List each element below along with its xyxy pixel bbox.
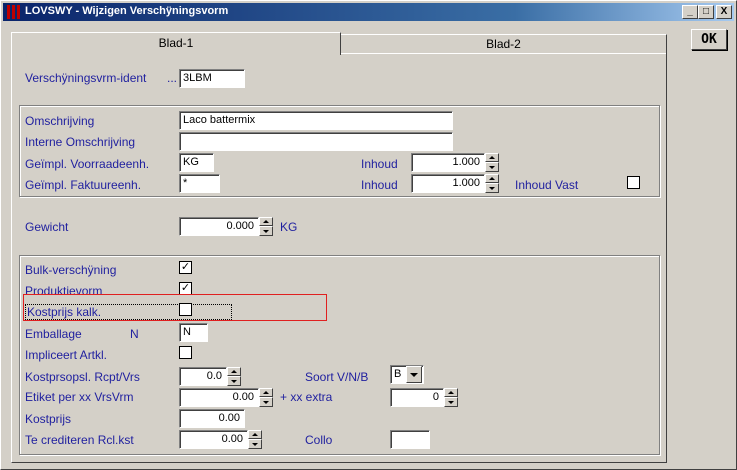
etiket-input[interactable]: 0.00	[179, 388, 259, 407]
spin-up-icon[interactable]	[259, 388, 273, 397]
ident-dots: ...	[167, 71, 178, 85]
inhoud-input-2[interactable]: 1.000	[411, 174, 485, 193]
inhoud-spinner-2[interactable]	[485, 174, 499, 193]
inhoud-vast-label: Inhoud Vast	[515, 178, 579, 192]
ok-button[interactable]: OK	[691, 29, 727, 50]
tab-blad-1[interactable]: Blad-1	[11, 32, 341, 55]
spin-down-icon[interactable]	[444, 397, 458, 407]
gewicht-input[interactable]: 0.000	[179, 217, 259, 236]
emballage-input[interactable]: N	[179, 323, 208, 342]
spin-down-icon[interactable]	[485, 162, 499, 172]
spin-up-icon[interactable]	[259, 217, 273, 226]
gewicht-unit: KG	[280, 220, 298, 234]
extra-spinner[interactable]	[444, 388, 458, 407]
kostprsopsl-input[interactable]: 0.0	[179, 367, 227, 386]
tab-blad-2[interactable]: Blad-2	[340, 34, 667, 54]
chevron-down-icon[interactable]	[406, 366, 422, 383]
gewicht-spinner[interactable]	[259, 217, 273, 236]
spin-up-icon[interactable]	[248, 430, 262, 439]
spin-up-icon[interactable]	[485, 153, 499, 162]
bulk-label: Bulk-verschÿning	[25, 263, 117, 277]
app-icon	[6, 5, 20, 19]
kostprijs-label: Kostprijs	[25, 412, 72, 426]
crediteren-spinner[interactable]	[248, 430, 262, 449]
spin-down-icon[interactable]	[485, 183, 499, 193]
emballage-label: Emballage	[25, 327, 82, 341]
spin-down-icon[interactable]	[259, 226, 273, 236]
bulk-checkbox[interactable]: ✓	[179, 261, 192, 274]
collo-label: Collo	[305, 433, 333, 447]
spin-up-icon[interactable]	[227, 367, 241, 376]
voorraadeenh-input[interactable]: KG	[179, 153, 214, 172]
maximize-button[interactable]: □	[698, 5, 714, 19]
etiket-spinner[interactable]	[259, 388, 273, 407]
interne-omschrijving-label: Interne Omschrijving	[25, 135, 136, 149]
impliceert-label: Impliceert Artkl.	[25, 348, 108, 362]
kostprijs-input[interactable]: 0.00	[179, 409, 245, 428]
collo-input[interactable]	[390, 430, 430, 449]
extra-input[interactable]: 0	[390, 388, 444, 407]
kostprijs-kalk-checkbox[interactable]	[179, 303, 192, 316]
interne-omschrijving-input[interactable]	[179, 132, 453, 151]
gewicht-label: Gewicht	[25, 220, 69, 234]
faktuureenh-label: Geïmpl. Faktuureenh.	[25, 178, 142, 192]
spin-down-icon[interactable]	[227, 376, 241, 386]
title-bar[interactable]: LOVSWY - Wijzigen Verschÿningsvorm _ □ X	[3, 3, 734, 21]
spin-down-icon[interactable]	[259, 397, 273, 407]
impliceert-checkbox[interactable]	[179, 346, 192, 359]
window-title: LOVSWY - Wijzigen Verschÿningsvorm	[25, 5, 229, 17]
spin-up-icon[interactable]	[485, 174, 499, 183]
kostprsopsl-label: Kostprsopsl. Rcpt/Vrs	[25, 370, 140, 384]
voorraadeenh-label: Geïmpl. Voorraadeenh.	[25, 157, 150, 171]
inhoud-label-2: Inhoud	[361, 178, 398, 192]
soort-label: Soort V/N/B	[305, 370, 369, 384]
etiket-label: Etiket per xx VrsVrm	[25, 390, 134, 404]
inhoud-vast-checkbox[interactable]	[627, 176, 640, 189]
properties-group	[19, 255, 660, 455]
close-button[interactable]: X	[716, 5, 732, 19]
omschrijving-input[interactable]: Laco battermix	[179, 111, 453, 130]
kostprsopsl-spinner[interactable]	[227, 367, 241, 386]
crediteren-label: Te crediteren Rcl.kst	[25, 433, 134, 447]
kostprijs-kalk-label: Kostprijs kalk.	[25, 304, 233, 320]
faktuureenh-input[interactable]: *	[179, 174, 220, 193]
spin-down-icon[interactable]	[248, 439, 262, 449]
crediteren-input[interactable]: 0.00	[179, 430, 248, 449]
dialog-window: LOVSWY - Wijzigen Verschÿningsvorm _ □ X…	[0, 0, 737, 470]
ident-label: Verschÿningsvrm-ident	[25, 71, 147, 85]
extra-label: + xx extra	[280, 390, 333, 404]
inhoud-spinner-1[interactable]	[485, 153, 499, 172]
minimize-button[interactable]: _	[682, 5, 698, 19]
omschrijving-label: Omschrijving	[25, 114, 95, 128]
ident-input[interactable]: 3LBM	[179, 69, 245, 88]
spin-up-icon[interactable]	[444, 388, 458, 397]
emballage-code: N	[130, 327, 139, 341]
inhoud-input-1[interactable]: 1.000	[411, 153, 485, 172]
inhoud-label-1: Inhoud	[361, 157, 398, 171]
